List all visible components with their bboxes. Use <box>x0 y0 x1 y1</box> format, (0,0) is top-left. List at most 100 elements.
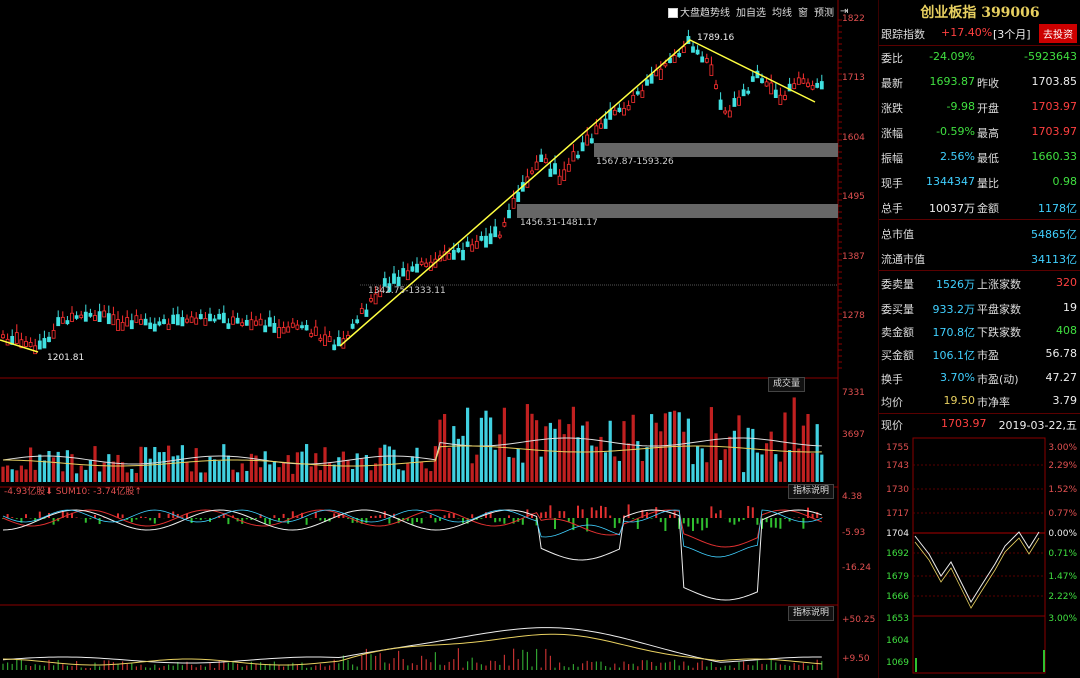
price-chart[interactable] <box>0 0 878 678</box>
kdj-bar <box>135 666 137 670</box>
macd-bar <box>273 515 276 518</box>
volume-bar <box>525 404 529 482</box>
kdj-bar <box>522 649 524 670</box>
volume-bar <box>746 427 750 482</box>
kdj-bar <box>816 659 818 670</box>
kdj-bar <box>195 667 197 670</box>
kdj-bar <box>789 665 791 670</box>
kdj-bar <box>16 659 18 670</box>
kdj-bar <box>108 660 110 670</box>
ma-line-button[interactable]: 均线 <box>772 4 792 19</box>
volume-panel-button[interactable]: 成交量 <box>768 377 806 392</box>
chart-area[interactable]: 大盘趋势线 加自选 均线 窗 预测 ⇥ 1822 1713 1604 1495 … <box>0 0 878 678</box>
quote-row: 振幅 2.56% 最低 1660.33 <box>879 146 1079 168</box>
macd-tick: -16.24 <box>842 563 872 573</box>
kdj-bar <box>545 648 547 670</box>
macd-bar <box>370 516 372 518</box>
macd-bar <box>319 518 322 521</box>
macd-bar <box>199 518 202 521</box>
trend-toggle[interactable]: 大盘趋势线 <box>668 4 730 19</box>
volume-bar <box>659 431 663 482</box>
quote-row: 现手 1344347 量比 0.98 <box>879 171 1079 193</box>
macd-bar <box>756 518 759 525</box>
candle-body <box>175 314 180 326</box>
kdj-bar <box>375 655 377 670</box>
kdj-bar <box>775 662 777 670</box>
kdj-bar <box>798 664 800 670</box>
macd-bar <box>38 511 41 518</box>
candle-body <box>451 249 456 260</box>
volume-bar <box>696 445 700 482</box>
volume-bar <box>801 425 805 482</box>
candle-body <box>562 169 567 181</box>
candle-body <box>42 338 47 349</box>
macd-bar <box>636 518 639 529</box>
candle-body <box>327 336 332 342</box>
volume-bar <box>567 424 571 482</box>
kdj-bar <box>66 665 68 670</box>
candle-body <box>355 319 360 324</box>
candle-body <box>612 109 617 116</box>
volume-tick: 7331 <box>842 388 865 398</box>
kdj-bar <box>99 666 101 670</box>
quote-row: 涨幅 -0.59% 最高 1703.97 <box>879 121 1079 143</box>
macd-bar <box>130 518 133 523</box>
volume-bar <box>590 445 594 482</box>
volume-bar <box>98 471 102 482</box>
kdj-bar <box>623 661 625 670</box>
kdj-bar <box>260 662 262 670</box>
macd-bar <box>153 518 156 524</box>
candle-body <box>309 332 314 337</box>
macd-bar <box>498 518 501 522</box>
kdj-bar <box>407 665 409 670</box>
macd-bar <box>204 518 207 519</box>
candle-body <box>217 313 222 320</box>
candle-body <box>47 336 51 343</box>
macd-bar <box>245 518 248 520</box>
volume-tick: 3697 <box>842 430 865 440</box>
macd-bar <box>590 507 593 518</box>
kdj-bar <box>577 666 579 670</box>
kdj-bar <box>531 666 533 670</box>
kdj-bar <box>85 667 87 670</box>
kdj-bar <box>462 667 464 670</box>
volume-bar <box>217 461 221 482</box>
kdj-bar <box>241 666 243 670</box>
window-button[interactable]: 窗 <box>798 4 808 19</box>
kdj-bar <box>591 662 593 670</box>
checkbox-icon[interactable] <box>668 8 678 18</box>
candle-body <box>764 81 769 87</box>
macd-bar <box>255 518 257 519</box>
intraday-chart[interactable]: 1755 1743 1730 1717 1704 1692 1679 1666 1653 1604… <box>879 436 1080 678</box>
kdj-bar <box>595 661 597 670</box>
macd-bar <box>75 517 78 518</box>
volume-bar <box>571 406 575 482</box>
volume-bar <box>788 450 792 482</box>
indicator-help-button[interactable]: 指标说明 <box>788 484 835 499</box>
add-favorite-button[interactable]: 加自选 <box>736 4 766 19</box>
candle-body <box>272 322 277 333</box>
volume-bar <box>351 469 355 482</box>
macd-bar <box>604 506 607 518</box>
candle-body <box>300 325 304 329</box>
expect-button[interactable]: 预测 <box>814 4 834 19</box>
mini-volume-bar <box>1043 650 1045 672</box>
kdj-bar <box>664 662 666 670</box>
volume-bar <box>392 449 396 482</box>
kdj-bar <box>540 667 542 670</box>
kdj-bar <box>154 664 156 670</box>
candle-body <box>566 163 571 172</box>
candle-body <box>171 314 176 325</box>
candle-body <box>461 249 465 261</box>
row-label: 总市值 <box>881 228 914 241</box>
candle-body <box>511 198 516 209</box>
macd-bar <box>471 514 474 518</box>
row-label-2: 最高 <box>977 127 999 140</box>
candle-body <box>249 319 254 331</box>
mini-price-tick: 1653 <box>886 614 909 624</box>
indicator-help-button-2[interactable]: 指标说明 <box>788 606 835 621</box>
candle-body <box>116 319 120 331</box>
candle-body <box>681 46 686 53</box>
invest-button[interactable]: 去投资 <box>1039 24 1077 43</box>
kdj-bar <box>678 665 680 670</box>
